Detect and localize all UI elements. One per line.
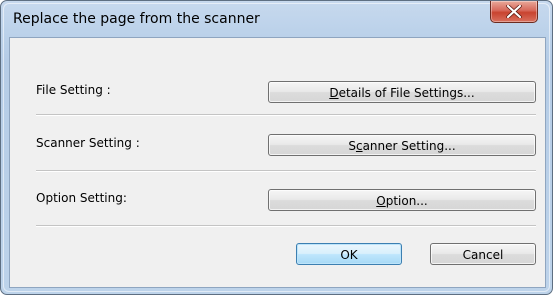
- window-title: Replace the page from the scanner: [13, 11, 260, 27]
- scanner-setting-button-label: anner Setting...: [362, 139, 456, 153]
- scanner-setting-label: Scanner Setting :: [36, 136, 140, 150]
- separator-3: [36, 225, 536, 227]
- details-of-file-settings-button-label: etails of File Settings...: [338, 86, 475, 100]
- dialog-window: Replace the page from the scanner File S…: [0, 0, 553, 295]
- separator-1: [36, 114, 536, 116]
- option-button[interactable]: Option...: [268, 189, 536, 211]
- scanner-setting-button[interactable]: Scanner Setting...: [268, 134, 536, 156]
- ok-button[interactable]: OK: [296, 243, 402, 265]
- scanner-setting-button-label-pre: S: [348, 139, 356, 153]
- separator-2: [36, 170, 536, 172]
- close-x-icon: [506, 5, 522, 18]
- file-setting-label: File Setting :: [36, 83, 111, 97]
- option-button-accelerator: O: [376, 194, 386, 208]
- details-of-file-settings-button[interactable]: Details of File Settings...: [268, 81, 536, 103]
- details-of-file-settings-button-accelerator: D: [329, 86, 339, 100]
- scanner-setting-button-accelerator: c: [355, 139, 363, 153]
- option-button-label: ption...: [385, 194, 428, 208]
- option-setting-label: Option Setting:: [36, 191, 127, 205]
- dialog-client-area: File Setting : Details of File Settings.…: [9, 37, 546, 288]
- close-button[interactable]: [490, 1, 538, 23]
- cancel-button[interactable]: Cancel: [430, 243, 536, 265]
